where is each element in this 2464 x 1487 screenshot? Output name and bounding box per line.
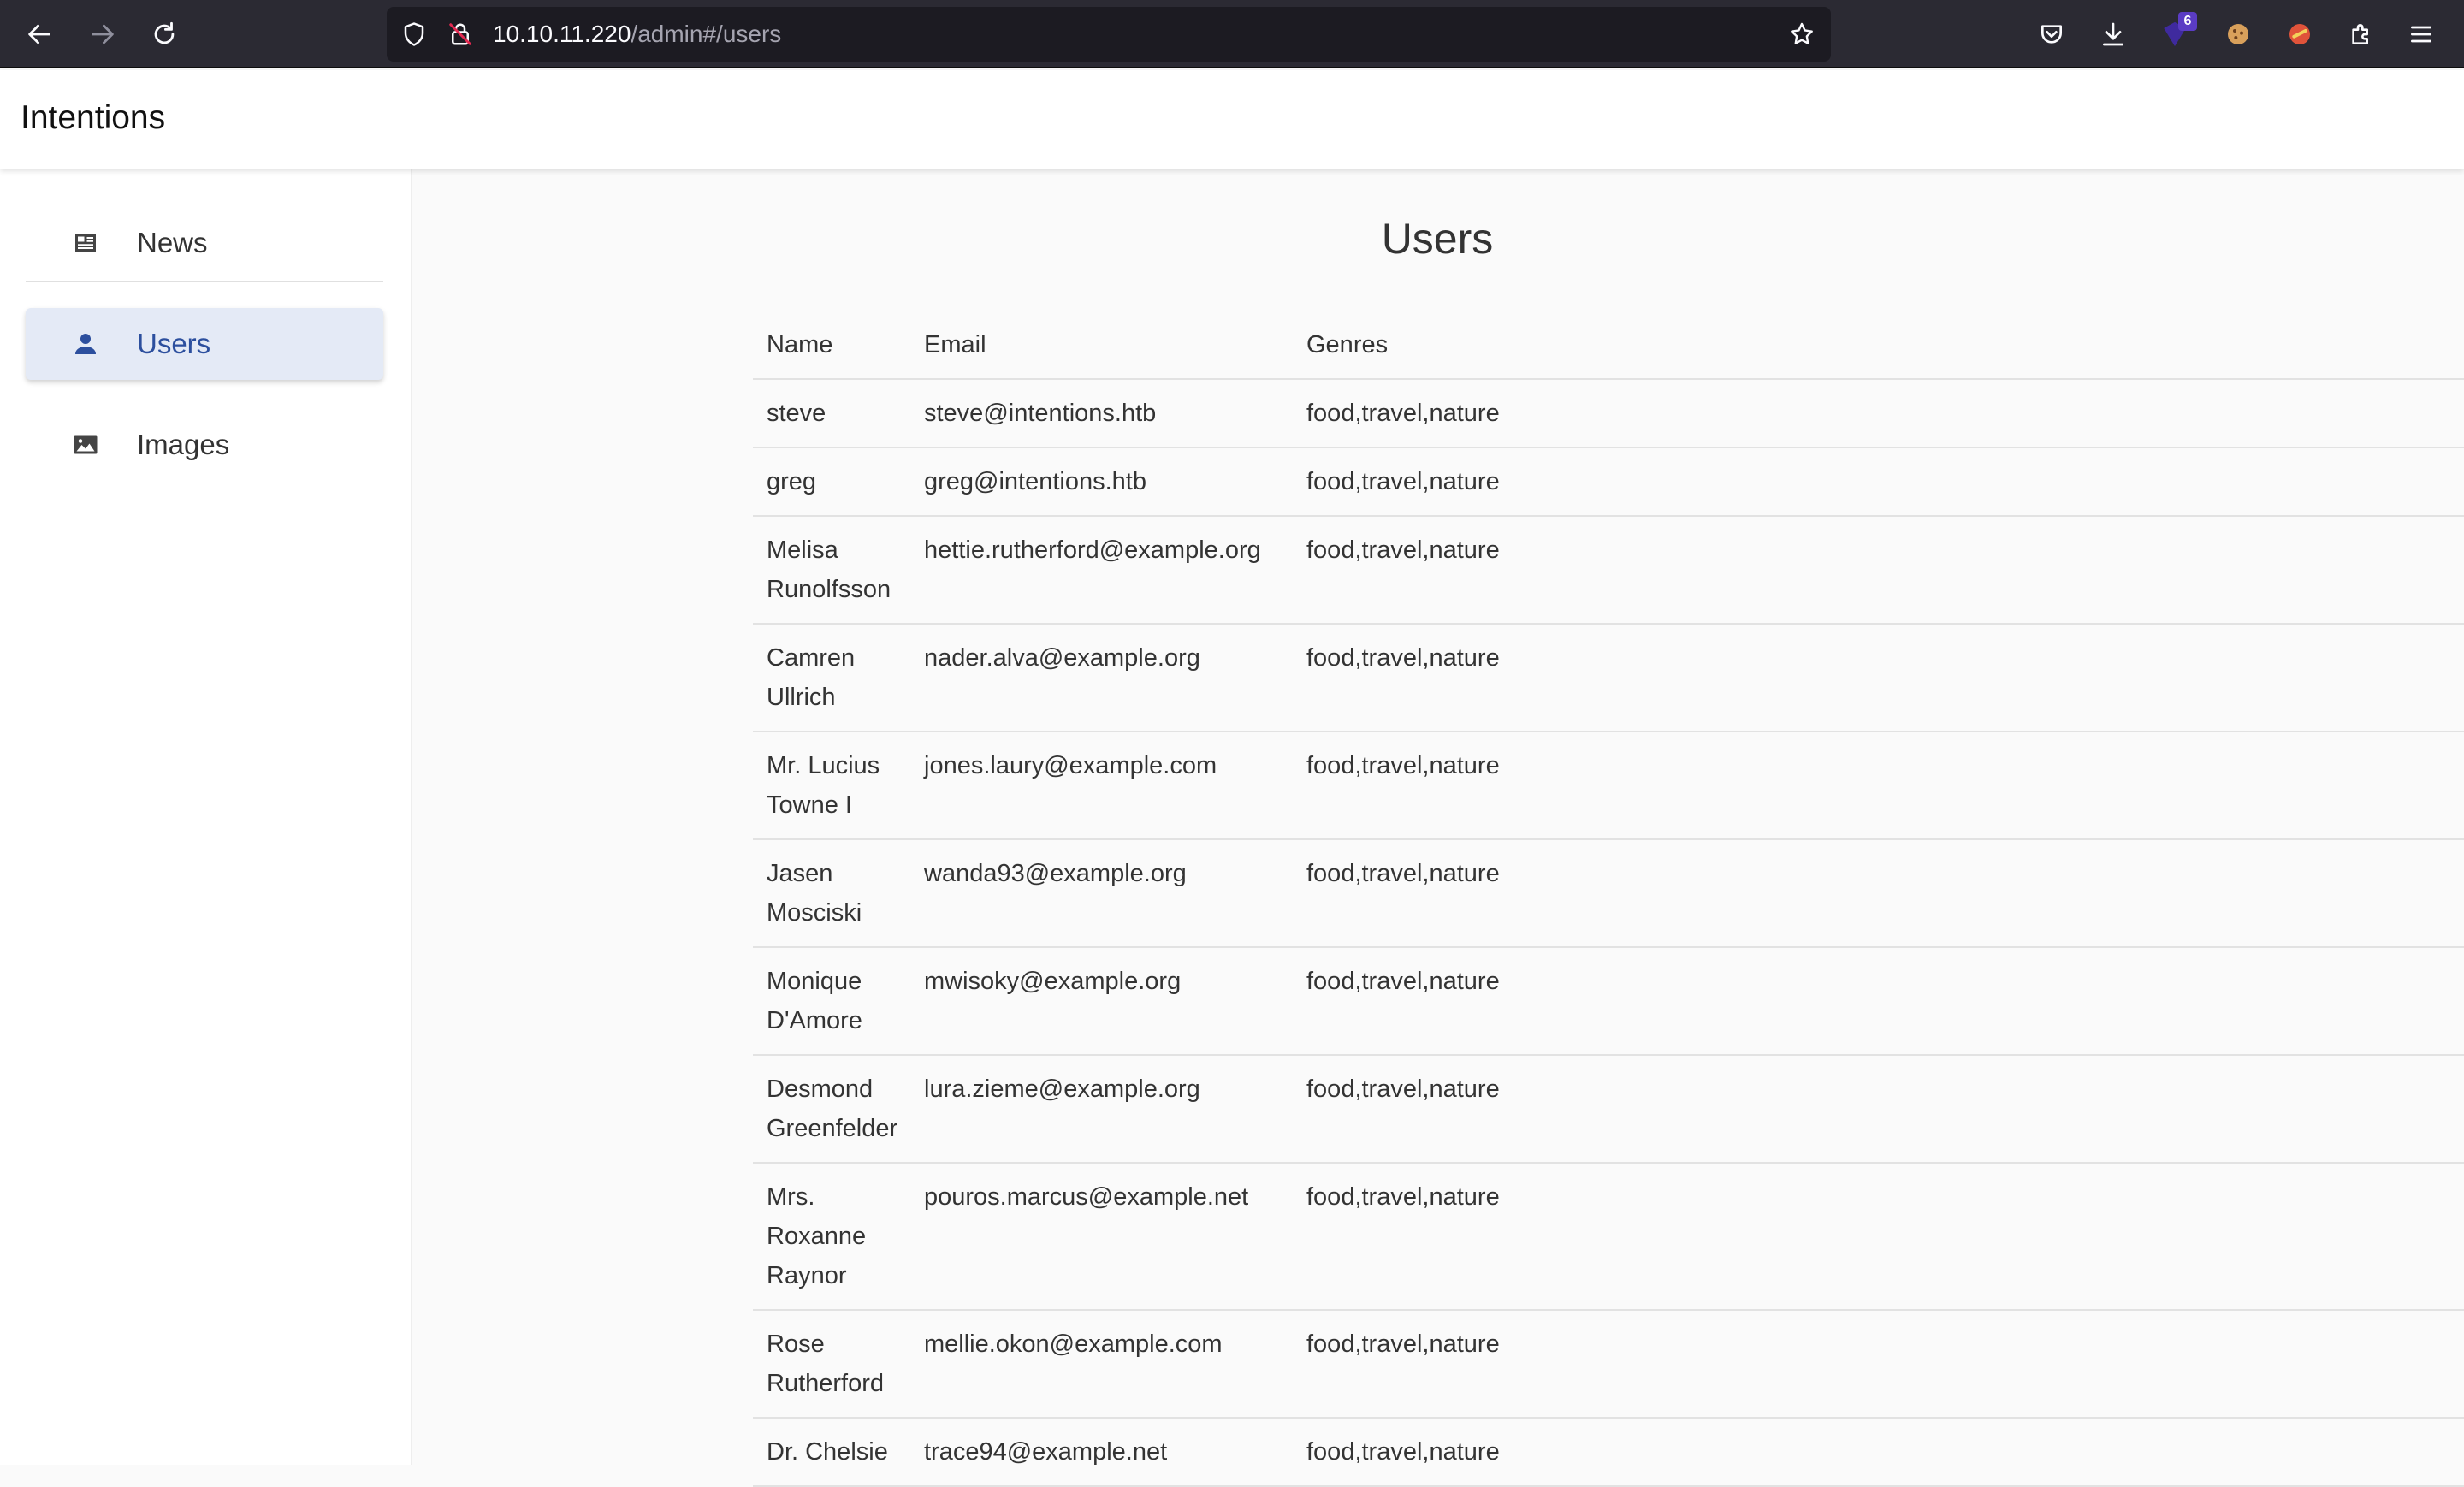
app-title[interactable]: Intentions <box>21 70 165 166</box>
url-path: /admin#/users <box>631 21 782 47</box>
url-bar[interactable]: 10.10.11.220/admin#/users <box>387 7 1831 62</box>
sidebar-item-label: Images <box>137 429 230 460</box>
user-genres: food,travel,nature <box>1306 860 1500 887</box>
user-genres: food,travel,nature <box>1306 644 1500 672</box>
user-email: wanda93@example.org <box>924 860 1187 887</box>
user-genres: food,travel,nature <box>1306 536 1500 564</box>
sidebar-item-users[interactable]: Users <box>26 308 383 380</box>
pocket-icon <box>2041 25 2062 44</box>
user-genres: food,travel,nature <box>1306 468 1500 495</box>
forward-arrow-icon <box>92 24 114 44</box>
table-row: Jasen Mosciski wanda93@example.org food,… <box>753 839 2464 947</box>
reload-button[interactable] <box>147 17 181 51</box>
page-title: Users <box>1381 215 1494 263</box>
sidebar-item-images[interactable]: Images <box>26 409 383 481</box>
user-genres: food,travel,nature <box>1306 1183 1500 1211</box>
user-email: mwisoky@example.org <box>924 968 1182 995</box>
user-email: nader.alva@example.org <box>924 644 1200 672</box>
user-name: Camren Ullrich <box>767 644 856 711</box>
hacktools-icon <box>2289 24 2310 44</box>
user-email: lura.zieme@example.org <box>924 1075 1200 1103</box>
column-header-name: Name <box>767 331 833 358</box>
browser-toolbar: 10.10.11.220/admin#/users 6 <box>0 0 2464 68</box>
newspaper-icon <box>68 226 103 260</box>
sidebar-divider <box>26 281 383 282</box>
user-email: greg@intentions.htb <box>924 468 1146 495</box>
user-email: jones.laury@example.com <box>924 752 1217 779</box>
back-button[interactable] <box>22 17 56 51</box>
cookie-extension-button[interactable] <box>2221 17 2255 51</box>
user-name: Melisa Runolfsson <box>767 536 891 603</box>
url-host: 10.10.11.220 <box>493 21 631 47</box>
table-row: Rose Rutherford mellie.okon@example.com … <box>753 1310 2464 1418</box>
sidebar: News Users Images <box>0 169 412 1465</box>
hacktools-extension-button[interactable] <box>2283 17 2317 51</box>
table-header-row: Name Email Genres <box>753 311 2464 379</box>
table-row: Monique D'Amore mwisoky@example.org food… <box>753 947 2464 1055</box>
user-genres: food,travel,nature <box>1306 1075 1500 1103</box>
table-row: Camren Ullrich nader.alva@example.org fo… <box>753 624 2464 732</box>
sidebar-item-label: Users <box>137 328 211 359</box>
pocket-button[interactable] <box>2035 17 2069 51</box>
table-row: Melisa Runolfsson hettie.rutherford@exam… <box>753 516 2464 624</box>
user-email: trace94@example.net <box>924 1438 1168 1466</box>
hamburger-menu-icon <box>2411 26 2431 43</box>
user-email: steve@intentions.htb <box>924 400 1157 427</box>
column-header-genres: Genres <box>1306 331 1389 358</box>
insecure-lock-icon[interactable] <box>443 17 477 51</box>
user-name: steve <box>767 400 826 427</box>
download-icon <box>2103 22 2123 46</box>
user-genres: food,travel,nature <box>1306 1330 1500 1358</box>
user-name: Monique D'Amore <box>767 968 862 1034</box>
back-arrow-icon <box>28 24 50 44</box>
table-row: Desmond Greenfelder lura.zieme@example.o… <box>753 1055 2464 1163</box>
user-email: mellie.okon@example.com <box>924 1330 1223 1358</box>
table-row: Dr. Chelsie trace94@example.net food,tra… <box>753 1418 2464 1486</box>
user-email: pouros.marcus@example.net <box>924 1183 1249 1211</box>
user-genres: food,travel,nature <box>1306 1438 1500 1466</box>
user-name: Desmond Greenfelder <box>767 1075 898 1142</box>
user-genres: food,travel,nature <box>1306 752 1500 779</box>
reload-icon <box>154 21 175 44</box>
table-row: Mr. Lucius Towne I jones.laury@example.c… <box>753 732 2464 839</box>
bookmark-star-icon[interactable] <box>1785 17 1819 51</box>
app-header: Intentions <box>0 70 2464 169</box>
extension-button[interactable]: 6 <box>2158 12 2197 51</box>
column-header-email: Email <box>924 331 986 358</box>
table-row: steve steve@intentions.htb food,travel,n… <box>753 379 2464 447</box>
forward-button[interactable] <box>86 17 120 51</box>
downloads-button[interactable] <box>2096 17 2130 51</box>
tracking-protection-shield-icon[interactable] <box>397 17 431 51</box>
user-genres: food,travel,nature <box>1306 400 1500 427</box>
cookie-icon <box>2228 24 2248 44</box>
url-text[interactable]: 10.10.11.220/admin#/users <box>493 7 781 62</box>
menu-button[interactable] <box>2404 17 2438 51</box>
sidebar-item-label: News <box>137 227 208 258</box>
user-genres: food,travel,nature <box>1306 968 1500 995</box>
user-name: Mrs. Roxanne Raynor <box>767 1183 867 1289</box>
user-name: Jasen Mosciski <box>767 860 862 927</box>
puzzle-icon <box>2352 24 2368 44</box>
user-name: Rose Rutherford <box>767 1330 885 1397</box>
sidebar-item-news[interactable]: News <box>26 207 383 279</box>
user-name: Mr. Lucius Towne I <box>767 752 880 819</box>
person-icon <box>68 327 103 361</box>
extension-badge: 6 <box>2178 12 2197 31</box>
users-table: Name Email Genres steve steve@intentions… <box>753 311 2464 1487</box>
user-name: greg <box>767 468 817 495</box>
user-email: hettie.rutherford@example.org <box>924 536 1261 564</box>
user-name: Dr. Chelsie <box>767 1438 888 1466</box>
table-row: greg greg@intentions.htb food,travel,nat… <box>753 447 2464 516</box>
table-row: Mrs. Roxanne Raynor pouros.marcus@exampl… <box>753 1163 2464 1310</box>
image-icon <box>68 428 103 462</box>
extensions-button[interactable] <box>2344 17 2378 51</box>
